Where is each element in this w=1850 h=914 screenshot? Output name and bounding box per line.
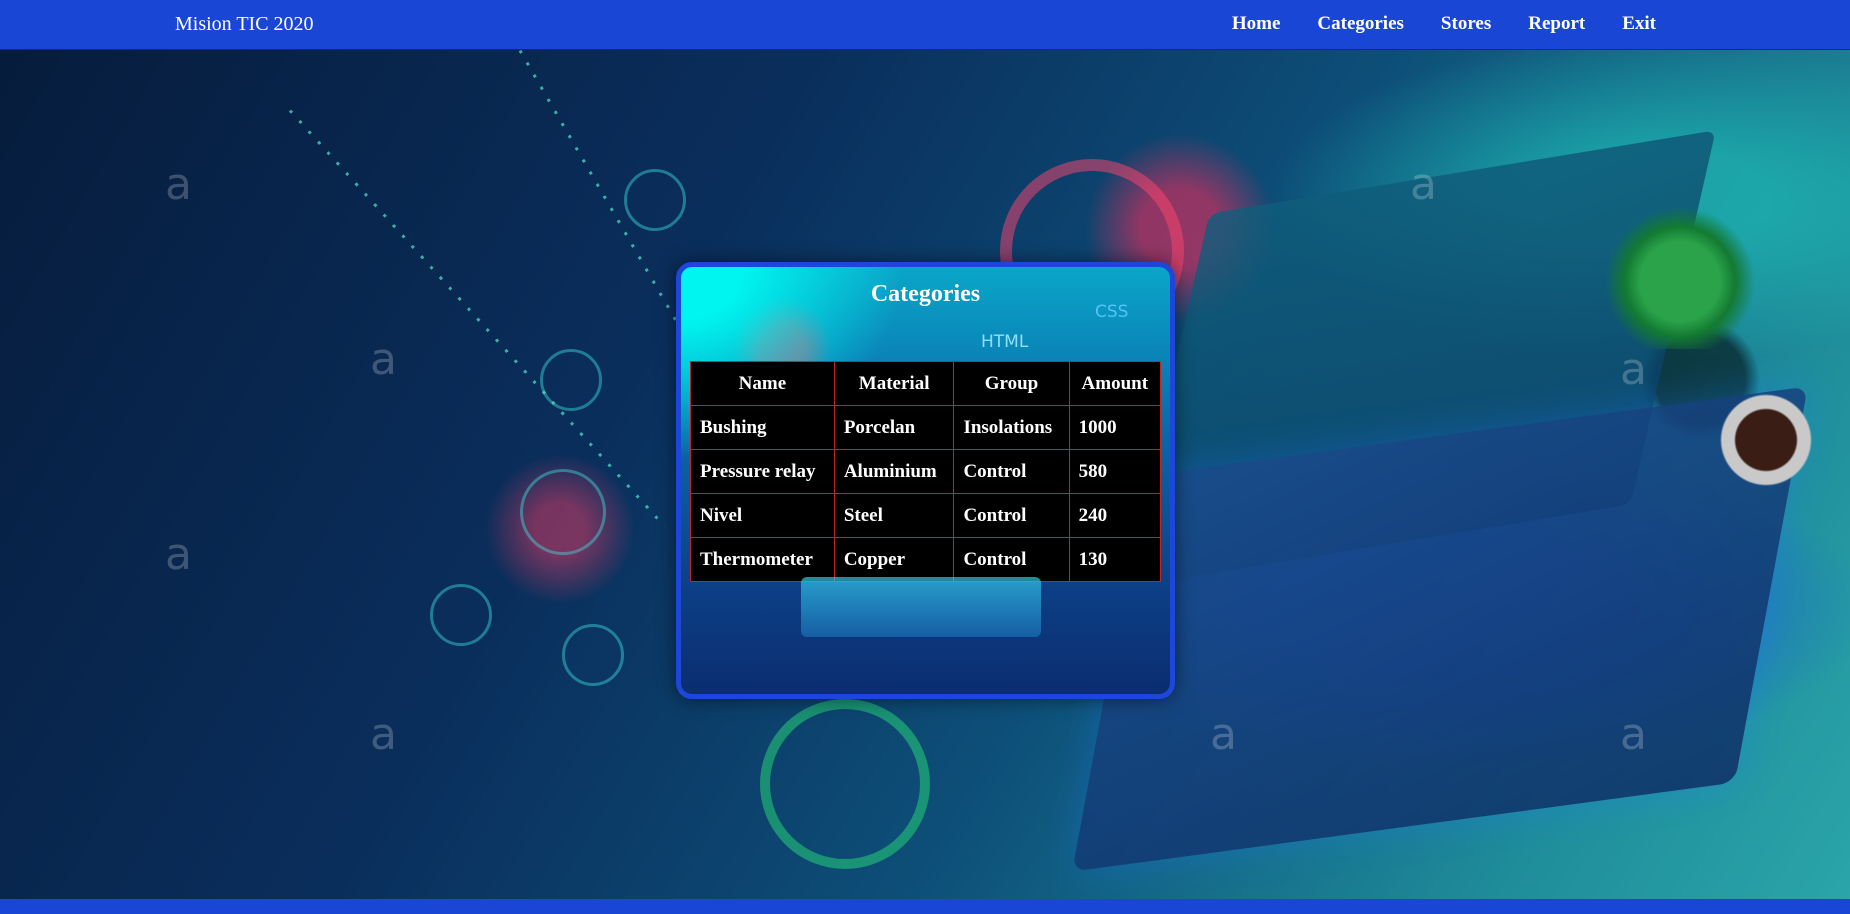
column-header-name: Name: [690, 361, 835, 406]
watermark: a: [1210, 709, 1237, 760]
watermark: a: [165, 529, 192, 580]
cell-amount: 580: [1068, 449, 1162, 494]
watermark: a: [1410, 159, 1437, 210]
cell-group: Control: [953, 449, 1070, 494]
watermark: a: [1620, 709, 1647, 760]
cell-group: Control: [953, 537, 1070, 582]
laptop-illustration: [801, 577, 1041, 637]
cell-amount: 1000: [1068, 405, 1162, 450]
nav-exit-link[interactable]: Exit: [1622, 13, 1656, 35]
cell-name: Bushing: [690, 405, 835, 450]
table-row: Bushing Porcelan Insolations 1000: [690, 405, 1162, 450]
column-header-material: Material: [833, 361, 955, 406]
cell-group: Control: [953, 493, 1070, 538]
nav-stores-link[interactable]: Stores: [1441, 13, 1491, 35]
html-decor-label: HTML: [981, 332, 1029, 352]
cell-name: Thermometer: [690, 537, 835, 582]
dotted-line-decoration: [288, 109, 666, 528]
column-header-group: Group: [953, 361, 1070, 406]
cell-material: Porcelan: [833, 405, 955, 450]
table-row: Nivel Steel Control 240: [690, 493, 1162, 538]
categories-card: CSS HTML Categories Name Material Group …: [676, 262, 1175, 699]
nav-links: Home Categories Stores Report Exit: [1232, 13, 1656, 35]
watermark: a: [370, 709, 397, 760]
nav-categories-link[interactable]: Categories: [1317, 13, 1404, 35]
cell-material: Aluminium: [833, 449, 955, 494]
categories-table: Name Material Group Amount Bushing Porce…: [690, 361, 1162, 582]
cell-group: Insolations: [953, 405, 1070, 450]
watermark: a: [165, 159, 192, 210]
mail-ring-decoration: [430, 584, 492, 646]
cell-name: Pressure relay: [690, 449, 835, 494]
table-row: Thermometer Copper Control 130: [690, 537, 1162, 582]
cube-ring-decoration: [624, 169, 686, 231]
cell-name: Nivel: [690, 493, 835, 538]
nav-report-link[interactable]: Report: [1528, 13, 1585, 35]
pin-ring-decoration: [562, 624, 624, 686]
cell-amount: 240: [1068, 493, 1162, 538]
watermark: a: [1620, 344, 1647, 395]
chart-ring-decoration: [760, 699, 930, 869]
plant-decoration: [1600, 199, 1760, 349]
cell-material: Copper: [833, 537, 955, 582]
footer-bar: [0, 899, 1850, 914]
column-header-amount: Amount: [1068, 361, 1162, 406]
cell-amount: 130: [1068, 537, 1162, 582]
target-ring-decoration: [520, 469, 606, 555]
cell-material: Steel: [833, 493, 955, 538]
top-navbar: Mision TIC 2020 Home Categories Stores R…: [0, 0, 1850, 50]
brand-link[interactable]: Mision TIC 2020: [175, 13, 314, 36]
coffee-cup-decoration: [1720, 394, 1812, 486]
nav-home-link[interactable]: Home: [1232, 13, 1281, 35]
card-title: Categories: [870, 281, 981, 307]
table-header-row: Name Material Group Amount: [690, 361, 1162, 406]
watermark: a: [370, 334, 397, 385]
table-row: Pressure relay Aluminium Control 580: [690, 449, 1162, 494]
